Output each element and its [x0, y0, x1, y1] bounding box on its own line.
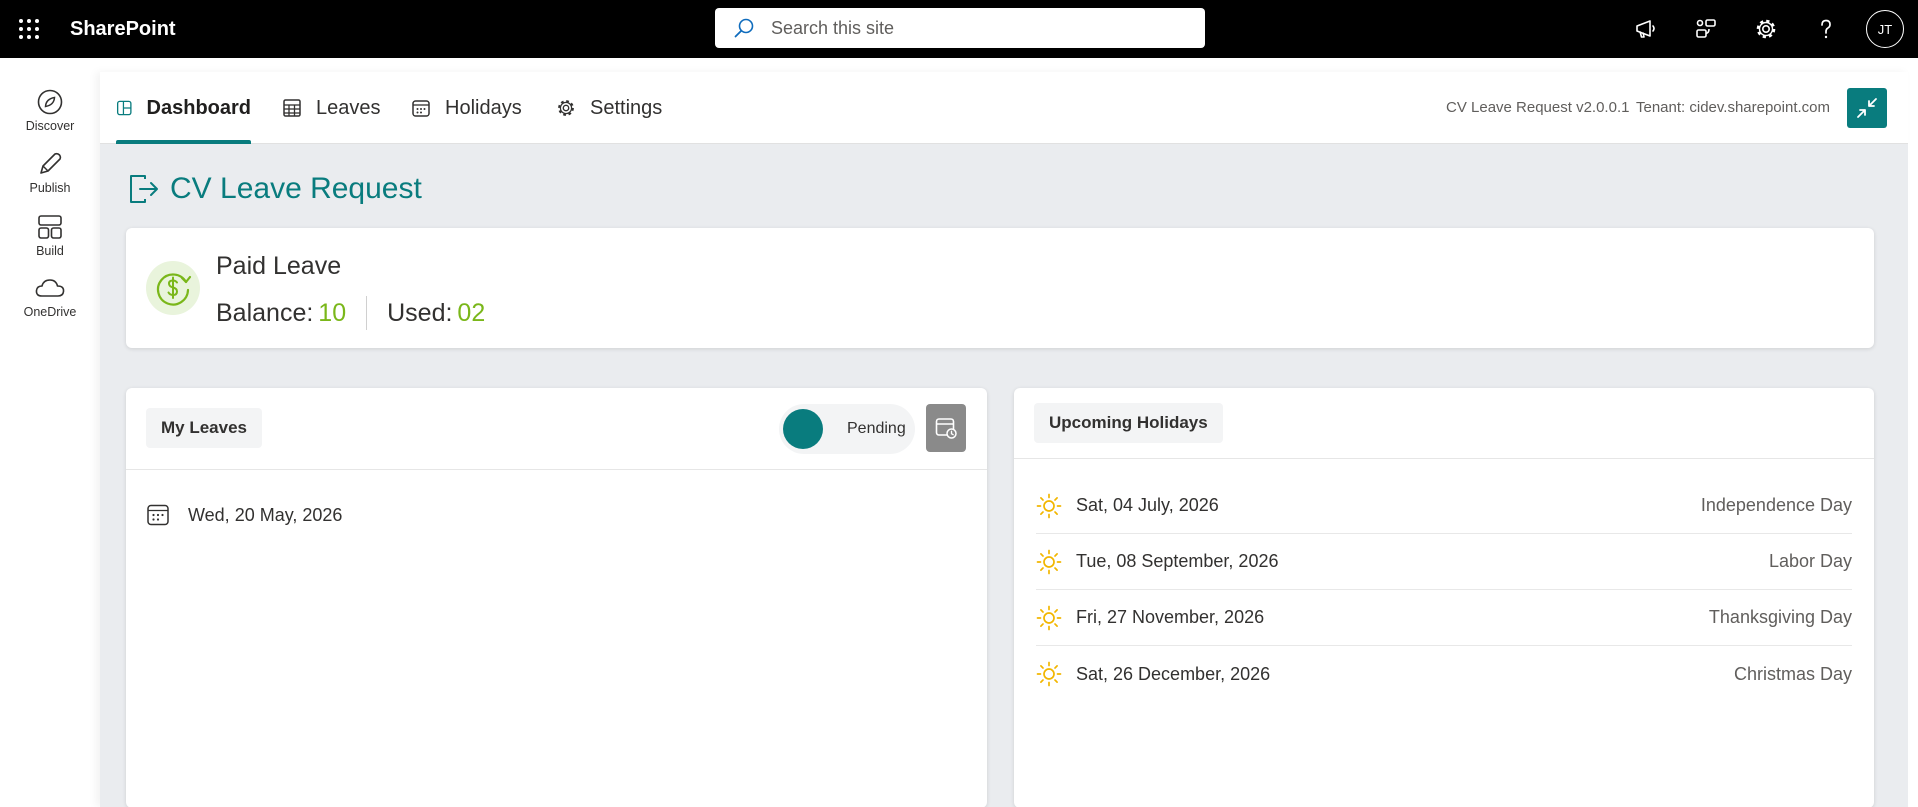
sun-icon [1036, 605, 1062, 630]
balance-value: 10 [318, 298, 347, 327]
holiday-date: Tue, 08 September, 2026 [1076, 551, 1279, 571]
tab-label: Holidays [445, 96, 522, 119]
leave-stats: Balance: 10 Used: 02 [216, 296, 485, 330]
search-icon [734, 18, 754, 38]
tab-settings[interactable]: Settings [556, 72, 662, 144]
dashboard-icon [116, 100, 132, 116]
gear-icon [1756, 19, 1776, 39]
whats-new-button[interactable] [1616, 0, 1676, 58]
sun-icon [1036, 661, 1062, 687]
money-refresh-icon [156, 273, 192, 306]
app-version: CV Leave Request v2.0.0.1 [1446, 99, 1630, 116]
holiday-date: Fri, 27 November, 2026 [1076, 607, 1265, 627]
appbar-item-onedrive[interactable]: OneDrive [0, 274, 100, 336]
page-title: CV Leave Request [128, 172, 422, 206]
share-icon [1696, 19, 1716, 38]
help-icon [1821, 19, 1831, 39]
holiday-row: Tue, 08 September, 2026 Labor Day [1036, 534, 1852, 590]
appbar-label: Publish [29, 181, 71, 195]
page-title-text: CV Leave Request [170, 172, 422, 205]
my-leaves-header: My Leaves Pending [126, 388, 987, 470]
holidays-header: Upcoming Holidays [1014, 388, 1874, 459]
appbar-label: Build [36, 244, 64, 258]
account-button[interactable]: JT [1856, 0, 1914, 58]
tab-dashboard[interactable]: Dashboard [100, 72, 251, 144]
help-button[interactable] [1796, 0, 1856, 58]
collapse-button[interactable] [1847, 88, 1887, 128]
brand-name[interactable]: SharePoint [70, 18, 176, 41]
gear-icon [558, 100, 574, 116]
waffle-icon [19, 19, 39, 39]
holiday-row: Sat, 04 July, 2026 Independence Day [1036, 478, 1852, 534]
balance-label: Balance: [216, 298, 314, 327]
collapse-icon [1857, 98, 1877, 118]
holiday-name: Thanksgiving Day [1708, 607, 1852, 627]
search-box[interactable]: Search this site [715, 8, 1205, 48]
sign-out-icon [130, 175, 158, 203]
calendar-icon [147, 504, 169, 526]
cloud-icon [35, 279, 65, 297]
settings-button[interactable] [1736, 0, 1796, 58]
sun-icon [1036, 493, 1062, 518]
layout-icon [38, 215, 62, 239]
appbar-label: OneDrive [23, 305, 77, 319]
list-item[interactable]: Wed, 20 May, 2026 [146, 503, 342, 527]
suite-actions: JT [1616, 0, 1918, 58]
compass-icon [37, 89, 63, 115]
holidays-title: Upcoming Holidays [1034, 403, 1223, 443]
holiday-name: Independence Day [1700, 495, 1852, 515]
sun-icon [1036, 549, 1062, 574]
my-leaves-panel: My Leaves Pending Wed, 20 May, 2026 [126, 388, 987, 807]
holiday-date: Sat, 04 July, 2026 [1076, 495, 1219, 515]
toggle-label: Pending [847, 420, 906, 437]
tab-holidays[interactable]: Holidays [411, 72, 522, 144]
pending-toggle[interactable]: Pending [779, 404, 915, 454]
suite-bar: SharePoint Search this site JT [0, 0, 1918, 58]
appbar-item-publish[interactable]: Publish [0, 150, 100, 212]
table-icon [283, 99, 301, 117]
holiday-name: Christmas Day [1733, 663, 1852, 684]
holiday-date: Sat, 26 December, 2026 [1076, 663, 1271, 684]
share-button[interactable] [1676, 0, 1736, 58]
app-bar: Discover Publish Build OneDrive [0, 58, 100, 807]
holiday-row: Sat, 26 December, 2026 Christmas Day [1036, 646, 1852, 702]
holiday-name: Labor Day [1768, 551, 1852, 571]
tenant-label: Tenant: cidev.sharepoint.com [1636, 99, 1830, 116]
appbar-label: Discover [25, 119, 75, 133]
leave-type-name: Paid Leave [216, 252, 342, 280]
used-label: Used: [387, 298, 453, 327]
tab-leaves[interactable]: Leaves [282, 72, 381, 144]
stats-divider [366, 296, 368, 330]
calendar-clock-icon [935, 418, 957, 439]
appbar-item-discover[interactable]: Discover [0, 88, 100, 150]
holiday-row: Fri, 27 November, 2026 Thanksgiving Day [1036, 590, 1852, 646]
tab-label: Leaves [316, 96, 381, 119]
app-launcher-button[interactable] [0, 0, 58, 58]
search-placeholder: Search this site [771, 17, 895, 38]
calendar-view-button[interactable] [926, 404, 966, 452]
money-icon-wrap [146, 261, 200, 315]
toggle-knob [783, 409, 823, 449]
pen-icon [40, 152, 62, 174]
upcoming-holidays-panel: Upcoming Holidays Sat, 04 July, 2026 Ind… [1014, 388, 1874, 807]
appbar-item-build[interactable]: Build [0, 213, 100, 275]
used-value: 02 [457, 298, 486, 327]
calendar-icon [412, 100, 430, 117]
leave-date: Wed, 20 May, 2026 [188, 504, 343, 525]
my-leaves-title: My Leaves [146, 408, 262, 448]
avatar: JT [1866, 10, 1904, 48]
tab-label: Dashboard [146, 96, 251, 119]
leave-balance-card: Paid Leave Balance: 10 Used: 02 [126, 228, 1874, 348]
tab-label: Settings [590, 96, 663, 119]
megaphone-icon [1636, 20, 1655, 38]
app-nav-bar: Dashboard Leaves Holidays Settings CV Le… [100, 72, 1908, 144]
main-canvas: Dashboard Leaves Holidays Settings CV Le… [100, 72, 1908, 807]
